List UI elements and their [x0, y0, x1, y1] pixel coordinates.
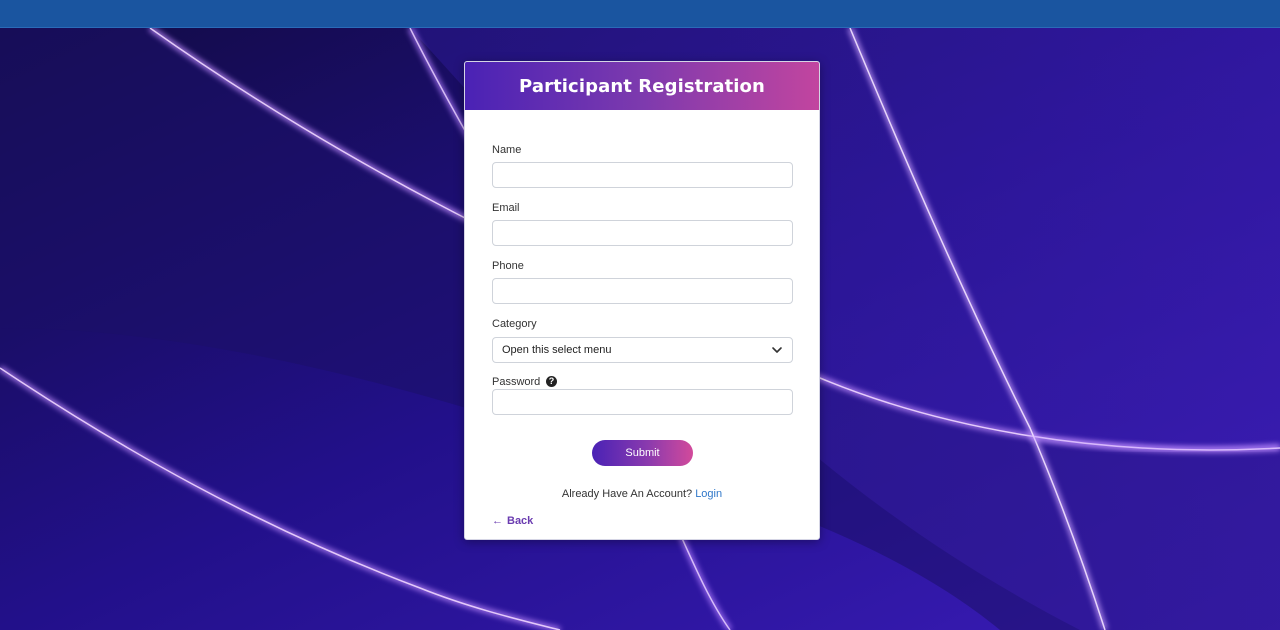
- back-label: Back: [507, 515, 534, 527]
- chevron-down-icon: [772, 347, 782, 353]
- submit-button[interactable]: Submit: [592, 440, 693, 466]
- top-bar: [0, 0, 1280, 28]
- phone-label: Phone: [492, 260, 524, 272]
- card-header: Participant Registration: [465, 62, 819, 110]
- category-label: Category: [492, 318, 537, 330]
- registration-card: Participant Registration Name Email Phon…: [464, 61, 820, 540]
- form-title: Participant Registration: [519, 75, 765, 97]
- question-circle-icon[interactable]: ?: [546, 376, 557, 387]
- page: Participant Registration Name Email Phon…: [0, 0, 1280, 630]
- password-label: Password: [492, 376, 541, 388]
- account-prompt-text: Already Have An Account?: [561, 488, 696, 500]
- category-select[interactable]: Open this select menu: [492, 337, 793, 363]
- phone-input[interactable]: [492, 278, 793, 304]
- password-input[interactable]: [492, 389, 793, 415]
- email-label: Email: [492, 202, 520, 214]
- category-selected-value: Open this select menu: [502, 344, 612, 356]
- email-input[interactable]: [492, 220, 793, 246]
- name-input[interactable]: [492, 162, 793, 188]
- name-label: Name: [492, 144, 522, 156]
- arrow-left-icon: ←: [492, 515, 503, 527]
- back-link[interactable]: ← Back: [492, 515, 533, 527]
- account-prompt-line: Already Have An Account? Login: [465, 488, 819, 500]
- login-link[interactable]: Login: [695, 488, 722, 500]
